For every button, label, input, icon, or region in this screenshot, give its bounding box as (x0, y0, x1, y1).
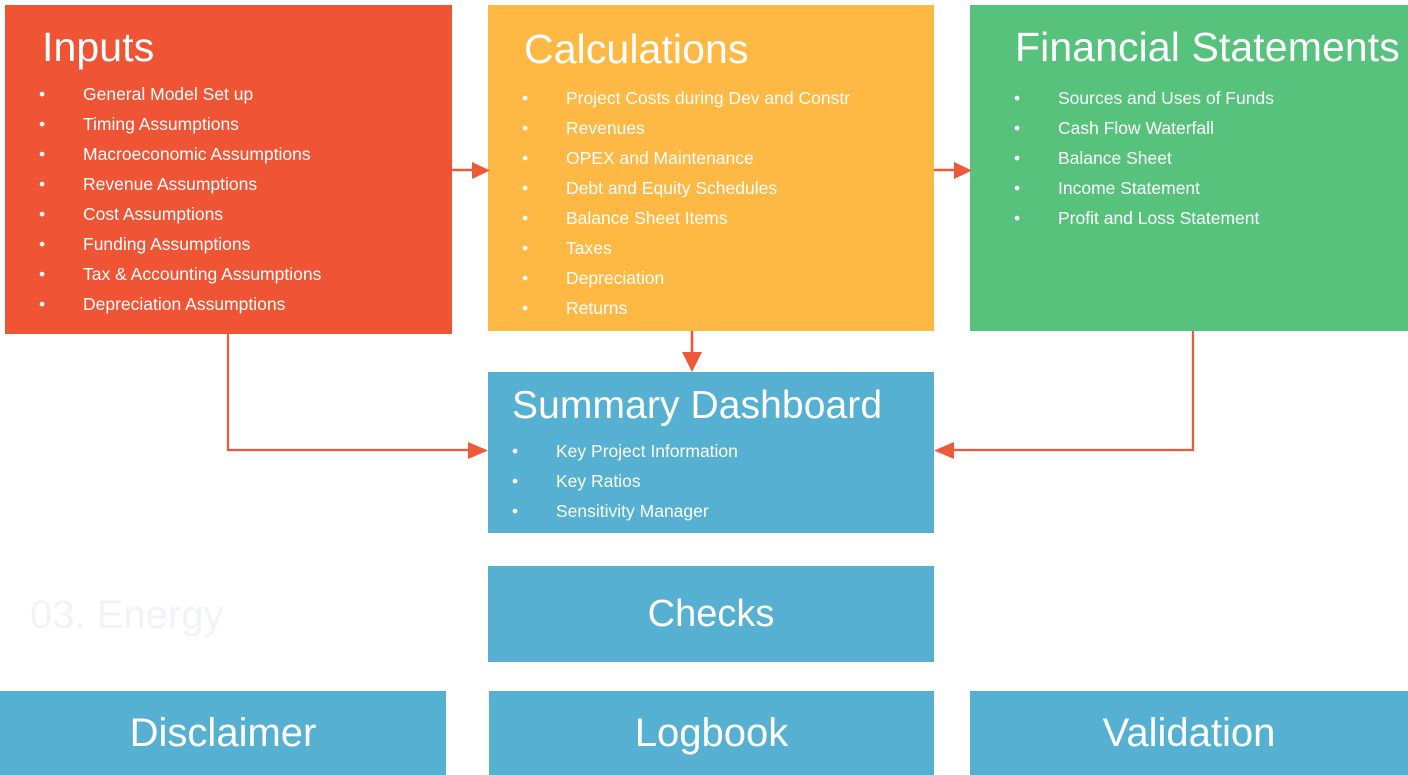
connector-arrows-layer (226, 162, 1195, 459)
arrow-calculations-to-financial-statements (934, 162, 972, 179)
arrow-inputs-to-summary-dashboard (226, 334, 488, 459)
arrow-inputs-to-calculations (452, 162, 490, 179)
arrow-calculations-to-summary-dashboard (682, 331, 702, 372)
diagram-canvas: 03. Energy Inputs • General Model Set up … (0, 0, 1408, 775)
arrow-financial-statements-to-summary-dashboard (934, 331, 1195, 459)
